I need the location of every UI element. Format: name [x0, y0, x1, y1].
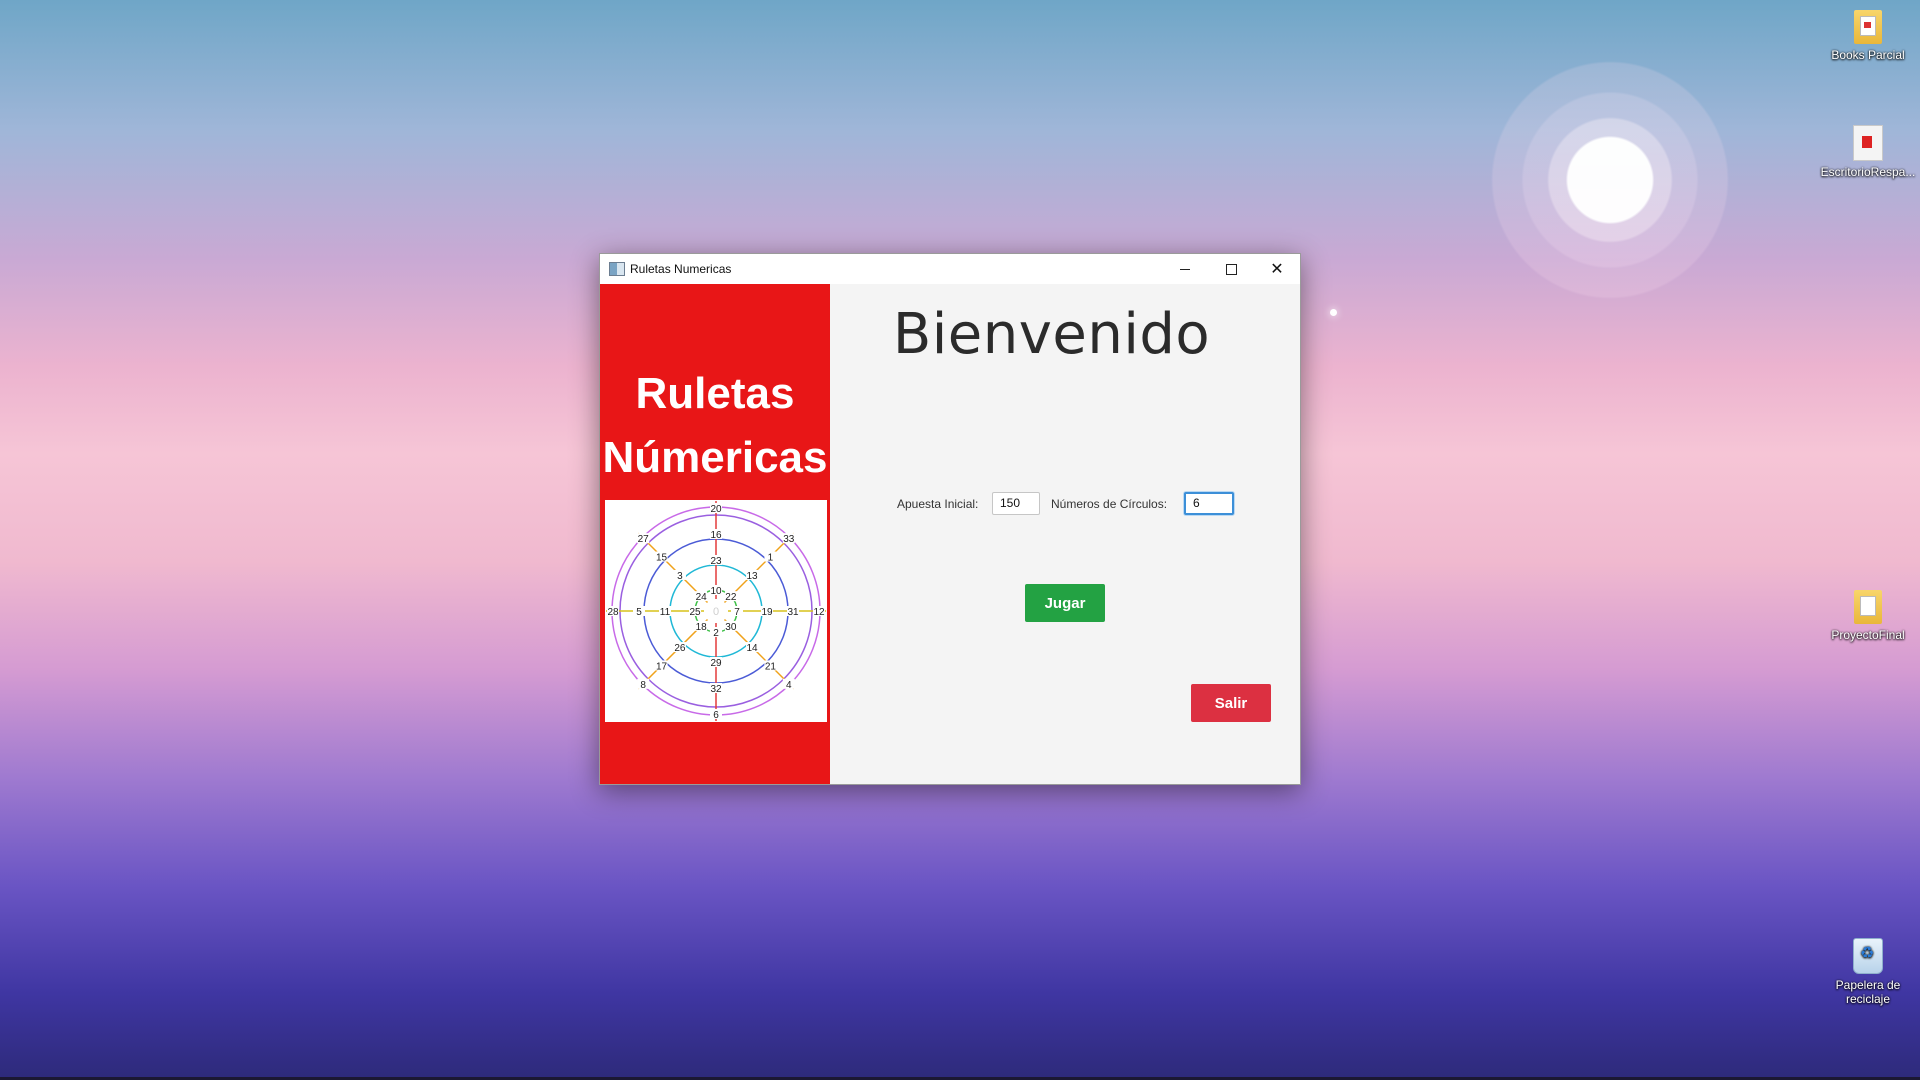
wheel-number: 26	[674, 643, 686, 654]
wheel-number: 4	[786, 680, 792, 691]
roulette-wheel-image: 10 22 7 30 2 18 25 24 23 13 19 14 29 26 11 3 16 1 31 21 32 17…	[605, 500, 827, 722]
close-button[interactable]: ✕	[1254, 254, 1300, 284]
wheel-number: 10	[710, 586, 722, 597]
wheel-center-number: 0	[713, 606, 719, 618]
wheel-number: 12	[813, 607, 825, 618]
wheel-number: 31	[787, 607, 799, 618]
wheel-number: 29	[710, 658, 722, 669]
wheel-number: 32	[710, 684, 722, 695]
wheel-number: 16	[710, 530, 722, 541]
wheel-number: 13	[746, 571, 758, 582]
minimize-button[interactable]	[1162, 254, 1208, 284]
wheel-number: 33	[783, 534, 795, 545]
wheel-number: 28	[607, 607, 619, 618]
wheel-number: 30	[725, 622, 737, 633]
wheel-number: 19	[761, 607, 773, 618]
welcome-heading: Bienvenido	[892, 302, 1211, 367]
wheel-number: 22	[725, 592, 737, 603]
wheel-number: 27	[638, 534, 650, 545]
wheel-number: 11	[660, 607, 671, 618]
wheel-number: 2	[713, 628, 719, 639]
pdf-folder-icon	[1854, 10, 1882, 44]
maximize-icon	[1225, 263, 1237, 275]
wheel-number: 23	[710, 556, 722, 567]
circles-count-input[interactable]: 6	[1184, 492, 1234, 515]
desktop-icon-books-parcial[interactable]: Books Parcial	[1820, 10, 1916, 62]
close-icon: ✕	[1270, 261, 1284, 278]
pdf-file-icon	[1853, 125, 1883, 161]
wheel-number: 25	[689, 607, 701, 618]
wheel-number: 6	[713, 710, 719, 721]
app-window: Ruletas Numericas ✕ Ruletas Númericas 10…	[599, 253, 1301, 785]
minimize-icon	[1180, 268, 1190, 270]
play-button[interactable]: Jugar	[1025, 584, 1105, 622]
desktop-icon-label: EscritorioRespa...	[1820, 165, 1916, 179]
wheel-number: 5	[636, 607, 642, 618]
wheel-number: 14	[746, 643, 758, 654]
folder-icon	[1854, 590, 1882, 624]
app-icon	[609, 262, 625, 276]
desktop-icon-label: Papelera de reciclaje	[1835, 978, 1901, 1006]
desktop-icon-proyecto-final[interactable]: ProyectoFinal	[1820, 590, 1916, 642]
initial-bet-input[interactable]: 150	[992, 492, 1040, 515]
brand-line-2: Númericas	[602, 433, 828, 482]
wheel-number: 8	[640, 680, 646, 691]
wheel-number: 17	[656, 661, 668, 672]
desktop-icon-label: ProyectoFinal	[1831, 628, 1905, 642]
wheel-number: 24	[696, 592, 708, 603]
maximize-button[interactable]	[1208, 254, 1254, 284]
desktop-icon-label: Books Parcial	[1831, 48, 1905, 62]
wheel-number: 15	[656, 553, 668, 564]
roulette-wheel-graphic: 1022 7 30 2 18 25 24 23 13 19 14 29 26 11 3 16 1 31 21 32 17…	[606, 501, 826, 721]
wheel-number: 7	[734, 607, 740, 618]
window-title: Ruletas Numericas	[630, 262, 732, 276]
initial-bet-label: Apuesta Inicial:	[897, 497, 979, 511]
app-brand-title: Ruletas Númericas	[600, 362, 830, 490]
desktop-icon-escritorio[interactable]: EscritorioRespa...	[1820, 125, 1916, 179]
recycle-bin-icon	[1853, 938, 1883, 974]
circles-count-label: Números de Círculos:	[1051, 497, 1168, 511]
wheel-number: 3	[677, 571, 683, 582]
exit-button[interactable]: Salir	[1191, 684, 1271, 722]
wheel-number: 21	[765, 661, 777, 672]
main-panel: Bienvenido Apuesta Inicial: 150 Números …	[830, 284, 1300, 784]
title-bar[interactable]: Ruletas Numericas ✕	[600, 254, 1300, 284]
desktop-icon-recycle-bin[interactable]: Papelera de reciclaje	[1820, 938, 1916, 1006]
sun-decoration	[1445, 15, 1775, 345]
sidebar-panel: Ruletas Númericas 10 22 7 30 2 18 25 24 23 13 19 14…	[600, 284, 830, 784]
wheel-number: 18	[696, 622, 708, 633]
wheel-number: 1	[768, 553, 774, 564]
wheel-number: 20	[710, 504, 722, 515]
star-decoration	[1330, 309, 1337, 316]
brand-line-1: Ruletas	[635, 369, 795, 418]
